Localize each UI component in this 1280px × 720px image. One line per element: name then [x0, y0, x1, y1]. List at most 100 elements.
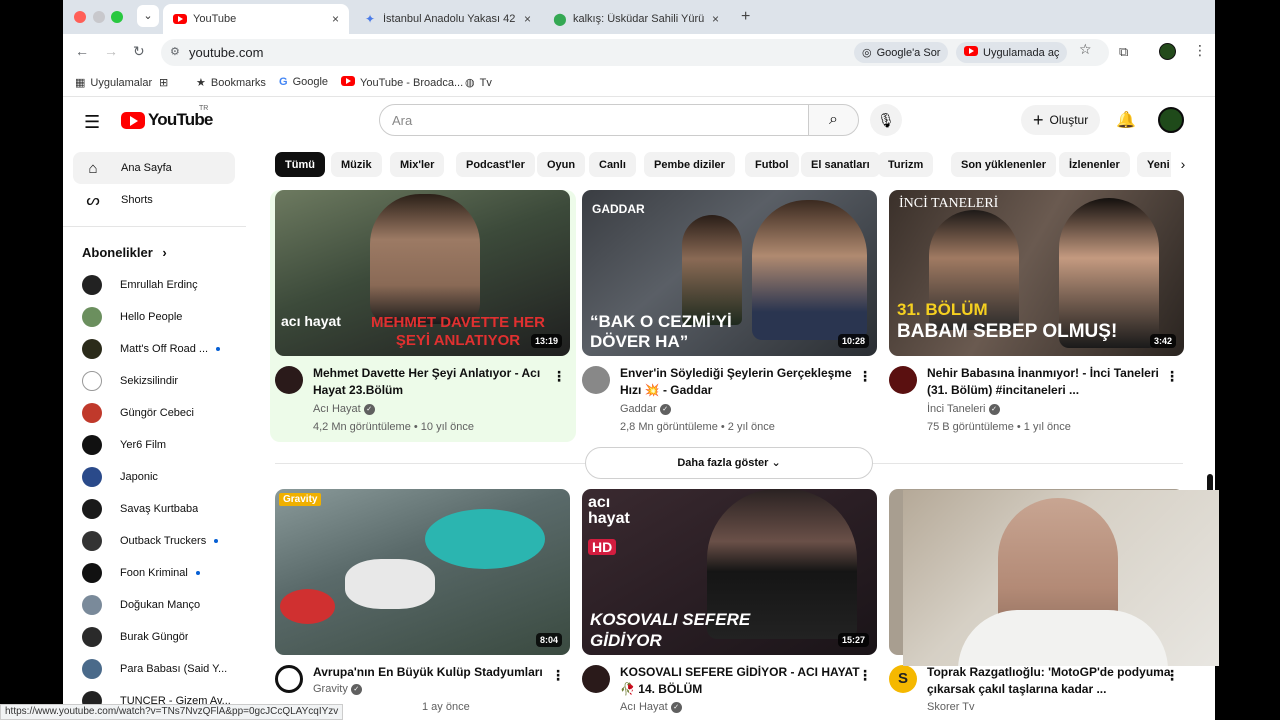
ask-google-button[interactable]: ◎ Google'a Sor [854, 42, 949, 63]
subscription-item[interactable]: Outback Truckers [82, 525, 242, 557]
video-options-icon[interactable]: ⋮ [858, 368, 872, 385]
channel-name[interactable]: Acı Hayat ✓ [620, 701, 682, 713]
filter-chip[interactable]: İzlenenler [1059, 152, 1130, 177]
channel-avatar[interactable]: S [889, 665, 917, 693]
video-options-icon[interactable]: ⋮ [1165, 368, 1179, 385]
voice-search-button[interactable]: 🎙 [870, 104, 902, 136]
url-text[interactable]: youtube.com [189, 45, 263, 60]
subscription-item[interactable]: Savaş Kurtbaba [82, 493, 242, 525]
video-thumbnail[interactable]: İNCİ TANELERİ 31. BÖLÜM BABAM SEBEP OLMU… [889, 190, 1184, 356]
video-card[interactable]: acı hayat MEHMET DAVETTE HER ŞEYİ ANLATI… [270, 190, 576, 442]
channel-avatar[interactable] [582, 366, 610, 394]
menu-icon[interactable]: ☰ [84, 112, 100, 133]
tab-maps[interactable]: ⬤ kalkış: Üsküdar Sahili Yürüme × [543, 4, 729, 34]
channel-avatar[interactable] [275, 665, 303, 693]
filter-chip[interactable]: Pembe diziler [644, 152, 735, 177]
subscription-item[interactable]: Emrullah Erdinç [82, 269, 242, 301]
sidebar-item-home[interactable]: ⌂ Ana Sayfa [73, 152, 235, 184]
video-thumbnail[interactable]: GADDAR “BAK O CEZMİ’Yİ DÖVER HA” 10:28 [582, 190, 877, 356]
youtube-logo[interactable]: YouTube TR [121, 105, 213, 130]
bookmark-grid[interactable]: ⊞ [159, 76, 173, 89]
bookmark-folder[interactable]: ★ Bookmarks [196, 76, 266, 90]
subscription-item[interactable]: Foon Kriminal [82, 557, 242, 589]
filter-chip[interactable]: Podcast'ler [456, 152, 535, 177]
video-title[interactable]: Avrupa'nın En Büyük Kulüp Stadyumları [313, 664, 558, 681]
search-input[interactable]: Ara [379, 104, 809, 136]
forward-icon[interactable]: → [104, 43, 118, 59]
channel-avatar[interactable] [889, 366, 917, 394]
subscription-item[interactable]: Para Babası (Said Y... [82, 653, 242, 685]
subscription-item[interactable]: Sekizsilindir [82, 365, 242, 397]
tab-close-icon[interactable]: × [524, 12, 531, 26]
close-window-button[interactable] [74, 11, 86, 23]
filter-chip[interactable]: Tümü [275, 152, 325, 177]
site-info-icon[interactable]: ⚙ [170, 45, 180, 58]
video-card[interactable]: acı hayat HD KOSOVALI SEFERE GİDİYOR 15:… [582, 489, 878, 720]
channel-avatar[interactable] [582, 665, 610, 693]
subscriptions-header[interactable]: Abonelikler › [82, 245, 167, 260]
video-options-icon[interactable]: ⋮ [551, 667, 565, 684]
show-more-button[interactable]: Daha fazla göster ⌄ [585, 447, 873, 479]
subscription-item[interactable]: Güngör Cebeci [82, 397, 242, 429]
channel-name[interactable]: Skorer Tv [927, 701, 974, 713]
filter-chip[interactable]: Son yüklenenler [951, 152, 1056, 177]
video-thumbnail[interactable]: acı hayat MEHMET DAVETTE HER ŞEYİ ANLATI… [275, 190, 570, 356]
account-avatar[interactable] [1158, 107, 1184, 133]
video-options-icon[interactable]: ⋮ [858, 667, 872, 684]
filter-chip[interactable]: Mix'ler [390, 152, 445, 177]
filter-chip[interactable]: El sanatları [801, 152, 880, 177]
bookmark-tv[interactable]: ◍ Tv [465, 76, 492, 90]
subscription-item[interactable]: Japonic [82, 461, 242, 493]
video-options-icon[interactable]: ⋮ [552, 368, 566, 385]
filter-chip[interactable]: Oyun [537, 152, 586, 177]
video-title[interactable]: Nehir Babasına İnanmıyor! - İnci Taneler… [927, 365, 1172, 399]
video-thumbnail[interactable]: Gravity 8:04 [275, 489, 570, 655]
sidebar-item-shorts[interactable]: ᔕ Shorts [73, 184, 235, 216]
video-thumbnail[interactable]: acı hayat HD KOSOVALI SEFERE GİDİYOR 15:… [582, 489, 877, 655]
channel-name[interactable]: İnci Taneleri ✓ [927, 403, 1000, 415]
subscription-item[interactable]: Burak Güngör [82, 621, 242, 653]
maximize-window-button[interactable] [111, 11, 123, 23]
video-card[interactable]: Gravity 8:04 Avrupa'nın En Büyük Kulüp S… [275, 489, 571, 720]
back-icon[interactable]: ← [75, 43, 89, 59]
filter-chip[interactable]: Turizm [878, 152, 934, 177]
tab-close-icon[interactable]: × [332, 12, 339, 26]
omnibox[interactable]: ⚙ youtube.com ◎ Google'a Sor Uygulamada … [161, 39, 1109, 66]
channel-name[interactable]: Acı Hayat ✓ [313, 403, 375, 415]
filter-chip[interactable]: Müzik [331, 152, 382, 177]
video-title[interactable]: Enver'in Söylediği Şeylerin Gerçekleşme … [620, 365, 865, 399]
tab-close-icon[interactable]: × [712, 12, 719, 26]
profile-avatar[interactable] [1159, 43, 1176, 60]
subscription-item[interactable]: Yer6 Film [82, 429, 242, 461]
video-title[interactable]: Toprak Razgatlıoğlu: 'MotoGP'de podyuma … [927, 664, 1172, 698]
extensions-icon[interactable]: ⧉ [1119, 44, 1128, 60]
create-button[interactable]: + Oluştur [1021, 105, 1101, 135]
video-title[interactable]: KOSOVALI SEFERE GİDİYOR - ACI HAYAT 🥀 14… [620, 664, 865, 698]
filter-chip[interactable]: Canlı [589, 152, 636, 177]
bookmark-star-icon[interactable]: ☆ [1079, 41, 1092, 58]
open-in-app-button[interactable]: Uygulamada aç [956, 42, 1068, 63]
bookmark-youtube[interactable]: YouTube - Broadca... [341, 76, 463, 89]
subscription-item[interactable]: Matt's Off Road ... [82, 333, 242, 365]
search-button[interactable]: ⌕ [808, 104, 859, 136]
reload-icon[interactable]: ↻ [133, 43, 145, 60]
channel-name[interactable]: Gaddar ✓ [620, 403, 671, 415]
tab-search-button[interactable]: ⌄ [137, 5, 159, 27]
filter-chip[interactable]: Futbol [745, 152, 799, 177]
video-options-icon[interactable]: ⋮ [1165, 667, 1179, 684]
channel-name[interactable]: Gravity ✓ [313, 683, 362, 695]
subscription-item[interactable]: Hello People [82, 301, 242, 333]
chips-next-button[interactable]: › [1171, 152, 1195, 177]
notifications-bell-icon[interactable]: 🔔 [1116, 110, 1136, 130]
video-title[interactable]: Mehmet Davette Her Şeyi Anlatıyor - Acı … [313, 365, 558, 399]
subscription-item[interactable]: Doğukan Manço [82, 589, 242, 621]
bookmark-apps[interactable]: ▦ Uygulamalar [75, 76, 152, 90]
bookmark-google[interactable]: G Google [279, 76, 328, 88]
minimize-window-button[interactable] [93, 11, 105, 23]
video-card[interactable]: İNCİ TANELERİ 31. BÖLÜM BABAM SEBEP OLMU… [889, 190, 1185, 442]
browser-menu-icon[interactable]: ⋮ [1193, 42, 1207, 59]
video-card[interactable]: GADDAR “BAK O CEZMİ’Yİ DÖVER HA” 10:28 E… [582, 190, 878, 442]
channel-avatar[interactable] [275, 366, 303, 394]
new-tab-button[interactable]: + [741, 8, 750, 26]
tab-istanbul[interactable]: ✦ İstanbul Anadolu Yakası 42 K × [353, 4, 541, 34]
